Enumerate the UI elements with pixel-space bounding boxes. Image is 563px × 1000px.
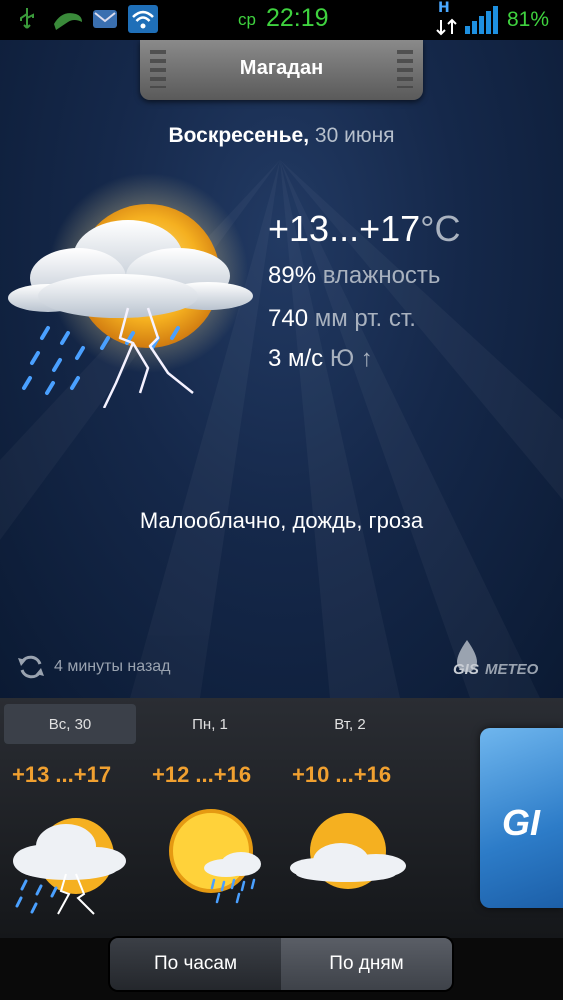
partly-cloudy-icon [290,813,406,889]
humidity-value: 89% [268,262,317,289]
temperature-unit: °C [420,208,461,249]
pressure-unit: мм рт. ст. [314,305,416,332]
status-bar: ср 22:19 H 81% [0,0,563,40]
forecast-day-label: Вт, 2 [334,716,366,733]
network-type: H [438,0,450,16]
storm-icon [13,818,126,915]
forecast-day-temp: +13 ...+17 [12,762,112,787]
logo-gis: GIS [453,661,479,678]
forecast-day-temp: +10 ...+16 [292,762,392,787]
wind-direction: Ю [329,345,355,372]
humidity-label: влажность [322,262,441,289]
date-day-month: 30 июня [314,124,395,147]
pressure-value: 740 [268,305,309,332]
condition-text: Малооблачно, дождь, гроза [139,508,424,533]
humidity-row: 89% влажность [268,262,440,290]
forecast-strip: Вс, 30 +13 ...+17 Пн, 1 +12 ...+16 Вт, 2… [0,698,563,938]
usb-icon [20,8,34,29]
temperature-range: +13...+17°C [268,208,461,250]
status-day: ср [238,10,256,29]
temperature-value: +13...+17 [268,208,421,249]
dolphin-icon [54,13,82,30]
refresh-icon[interactable] [16,652,46,682]
sun-rain-icon [169,809,261,904]
forecast-day[interactable]: Вс, 30 +13 ...+17 [0,698,140,938]
view-toggle: По часам По дням [110,938,452,990]
forecast-day-label: Вс, 30 [48,716,92,733]
mail-icon [93,10,117,28]
wind-row: 3 м/с Ю ↑ [268,345,373,373]
wind-speed: 3 м/с [268,345,324,372]
pressure-row: 740 мм рт. ст. [268,305,416,333]
update-time: 4 минуты назад [54,658,171,675]
gismeteo-logo: GIS METEO [453,640,539,678]
logo-meteo: METEO [485,661,539,678]
update-status[interactable]: 4 минуты назад [16,652,171,682]
storm-icon [8,173,253,408]
forecast-day-label: Пн, 1 [192,716,228,733]
signal-icon [465,6,498,34]
forecast-day[interactable]: Пн, 1 +12 ...+16 [140,698,280,938]
forecast-day[interactable]: Вт, 2 +10 ...+16 [280,698,420,938]
wifi-icon [128,5,158,33]
bottom-bar: По часам По дням [0,938,563,1000]
status-time: 22:19 [266,4,329,32]
date-weekday: Воскресенье, [168,124,310,147]
city-selector[interactable]: Магадан [140,40,423,100]
city-name: Магадан [239,57,324,79]
hourly-button[interactable]: По часам [110,938,281,990]
banner-text: GI [502,802,541,843]
forecast-day-temp: +12 ...+16 [152,762,252,787]
current-weather-panel: Магадан Воскресенье, 30 июня +13...+17°C… [0,40,563,698]
gismeteo-banner[interactable]: GI [480,728,563,908]
data-transfer-icon [436,18,457,36]
battery-level: 81% [506,8,549,31]
daily-button[interactable]: По дням [281,938,452,990]
wind-arrow-icon: ↑ [360,345,373,372]
current-date: Воскресенье, 30 июня [0,124,563,148]
